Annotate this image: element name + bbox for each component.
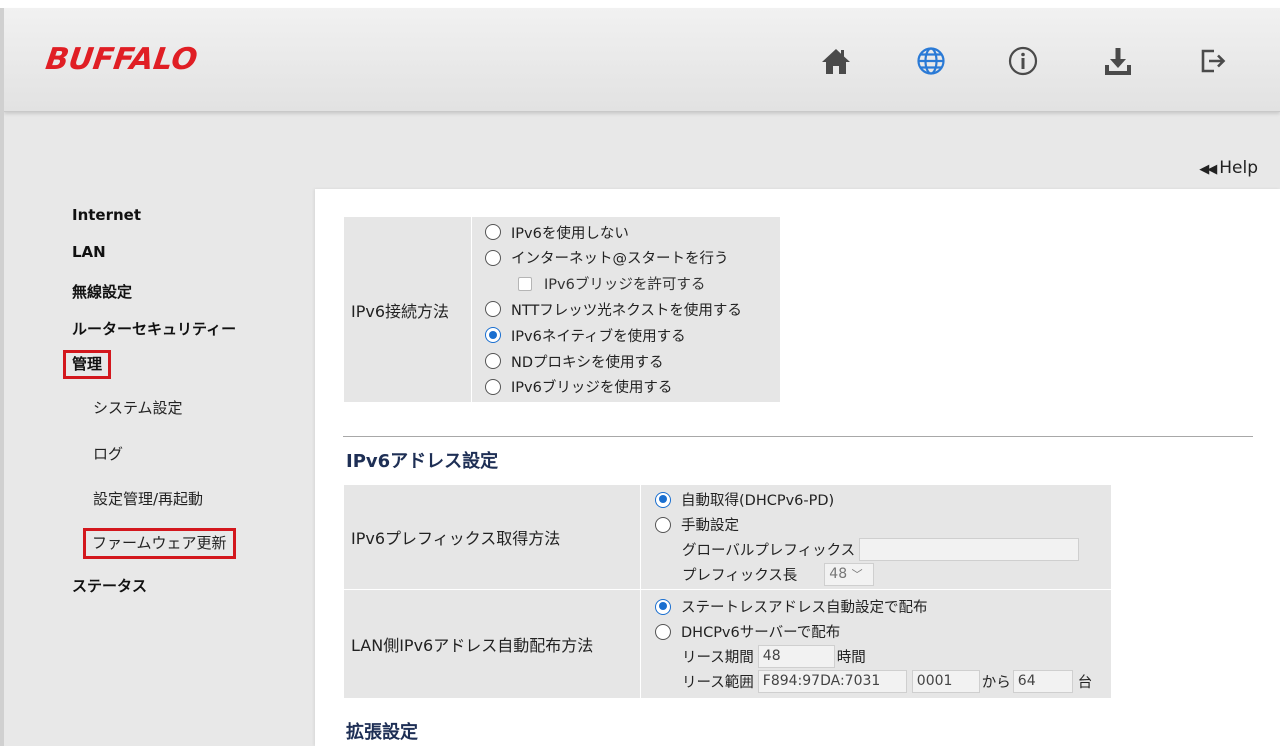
prefix-length-row: プレフィックス長 48 ﹀ (655, 562, 1111, 587)
lease-period-unit: 時間 (836, 650, 866, 666)
option-label: 自動取得(DHCPv6-PD) (681, 493, 835, 509)
lease-range-count-input[interactable]: 64 (1012, 670, 1073, 693)
option-nd-proxy[interactable]: NDプロキシを使用する (485, 348, 780, 374)
section-divider (343, 436, 1253, 437)
nav-internet[interactable]: Internet (72, 206, 141, 224)
info-icon[interactable] (1006, 44, 1040, 78)
logout-icon[interactable] (1196, 44, 1230, 78)
extended-settings-title: 拡張設定 (346, 722, 418, 743)
option-allow-bridge[interactable]: IPv6ブリッジを許可する (485, 271, 780, 297)
option-manual[interactable]: 手動設定 (655, 512, 1111, 537)
ipv6-address-table: IPv6プレフィックス取得方法 自動取得(DHCPv6-PD) 手動設定 グロー… (343, 484, 1112, 699)
ipv6-connection-label: IPv6接続方法 (343, 216, 472, 403)
nav-firmware-update[interactable]: ファームウェア更新 (83, 528, 236, 559)
nav-system-settings[interactable]: システム設定 (93, 397, 183, 418)
left-edge (0, 8, 4, 746)
global-prefix-label: グローバルプレフィックス (682, 543, 856, 559)
radio-ipv6-bridge[interactable] (485, 378, 501, 395)
radio-ipv6-native[interactable] (485, 327, 501, 344)
nav-log[interactable]: ログ (93, 443, 123, 464)
option-dhcpv6-server[interactable]: DHCPv6サーバーで配布 (655, 619, 1111, 644)
prefix-length-value: 48 (829, 566, 848, 582)
prefix-method-label: IPv6プレフィックス取得方法 (343, 484, 641, 590)
radio-ntt-flets[interactable] (485, 301, 501, 318)
prefix-method-options: 自動取得(DHCPv6-PD) 手動設定 グローバルプレフィックス プレフィック… (640, 484, 1112, 590)
help-label: Help (1219, 158, 1258, 178)
prefix-length-select[interactable]: 48 ﹀ (824, 563, 875, 586)
option-label: NDプロキシを使用する (511, 354, 664, 371)
header-bar: BUFFALO (4, 8, 1280, 112)
option-ipv6-native[interactable]: IPv6ネイティブを使用する (485, 322, 780, 348)
download-icon[interactable] (1101, 44, 1135, 78)
lease-range-row: リース範囲 F894:97DA:7031 0001 から 64 台 (655, 669, 1111, 694)
ipv6-connection-table: IPv6接続方法 IPv6を使用しない インターネット@スタートを行う IPv6… (343, 216, 781, 403)
lease-period-row: リース期間 48 時間 (655, 644, 1111, 669)
option-label: IPv6ブリッジを許可する (544, 277, 706, 294)
option-label: IPv6ブリッジを使用する (511, 380, 673, 397)
from-label: から (981, 675, 1011, 691)
option-no-ipv6[interactable]: IPv6を使用しない (485, 219, 780, 245)
option-label: DHCPv6サーバーで配布 (681, 625, 841, 641)
checkbox-allow-bridge[interactable] (518, 276, 532, 291)
option-label: IPv6ネイティブを使用する (511, 328, 686, 345)
lease-period-input[interactable]: 48 (757, 645, 835, 668)
lease-range-label: リース範囲 (682, 675, 754, 691)
lease-range-prefix-input[interactable]: F894:97DA:7031 (757, 670, 907, 693)
buffalo-logo: BUFFALO (43, 42, 200, 77)
radio-nd-proxy[interactable] (485, 353, 501, 370)
globe-icon[interactable] (914, 44, 948, 78)
top-strip (0, 0, 1280, 8)
option-label: ステートレスアドレス自動設定で配布 (681, 600, 928, 616)
nav-config-restart[interactable]: 設定管理/再起動 (93, 488, 203, 509)
nav-router-security[interactable]: ルーターセキュリティー (72, 318, 236, 339)
option-ipv6-bridge[interactable]: IPv6ブリッジを使用する (485, 374, 780, 400)
global-prefix-row: グローバルプレフィックス (655, 537, 1111, 562)
option-ntt-flets[interactable]: NTTフレッツ光ネクストを使用する (485, 297, 780, 323)
radio-manual[interactable] (655, 516, 671, 533)
option-label: IPv6を使用しない (511, 225, 629, 242)
ipv6-connection-options: IPv6を使用しない インターネット@スタートを行う IPv6ブリッジを許可する… (471, 216, 781, 403)
option-label: NTTフレッツ光ネクストを使用する (511, 302, 742, 319)
ipv6-address-title: IPv6アドレス設定 (346, 451, 499, 472)
help-toggle[interactable]: ◀◀ Help (1199, 158, 1258, 178)
lan-distribution-options: ステートレスアドレス自動設定で配布 DHCPv6サーバーで配布 リース期間 48… (640, 589, 1112, 699)
radio-dhcpv6-server[interactable] (655, 623, 671, 640)
option-label: インターネット@スタートを行う (511, 251, 729, 268)
radio-internet-start[interactable] (485, 249, 501, 266)
lease-period-label: リース期間 (682, 650, 754, 666)
nav-status[interactable]: ステータス (72, 575, 147, 596)
radio-auto-dhcpv6pd[interactable] (655, 491, 671, 508)
radio-no-ipv6[interactable] (485, 224, 501, 241)
lease-range-start-input[interactable]: 0001 (911, 670, 980, 693)
radio-stateless[interactable] (655, 598, 671, 615)
prefix-length-label: プレフィックス長 (682, 568, 798, 584)
nav-admin[interactable]: 管理 (63, 350, 112, 379)
option-internet-start[interactable]: インターネット@スタートを行う (485, 245, 780, 271)
lan-distribution-label: LAN側IPv6アドレス自動配布方法 (343, 589, 641, 699)
count-unit: 台 (1077, 675, 1093, 691)
home-icon[interactable] (819, 44, 853, 78)
option-stateless[interactable]: ステートレスアドレス自動設定で配布 (655, 594, 1111, 619)
chevron-down-icon: ﹀ (851, 568, 863, 581)
nav-lan[interactable]: LAN (72, 243, 106, 261)
collapse-arrows-icon: ◀◀ (1199, 162, 1217, 177)
nav-wireless[interactable]: 無線設定 (72, 281, 132, 302)
global-prefix-input[interactable] (859, 538, 1080, 561)
option-label: 手動設定 (681, 518, 739, 534)
option-auto-dhcpv6pd[interactable]: 自動取得(DHCPv6-PD) (655, 487, 1111, 512)
